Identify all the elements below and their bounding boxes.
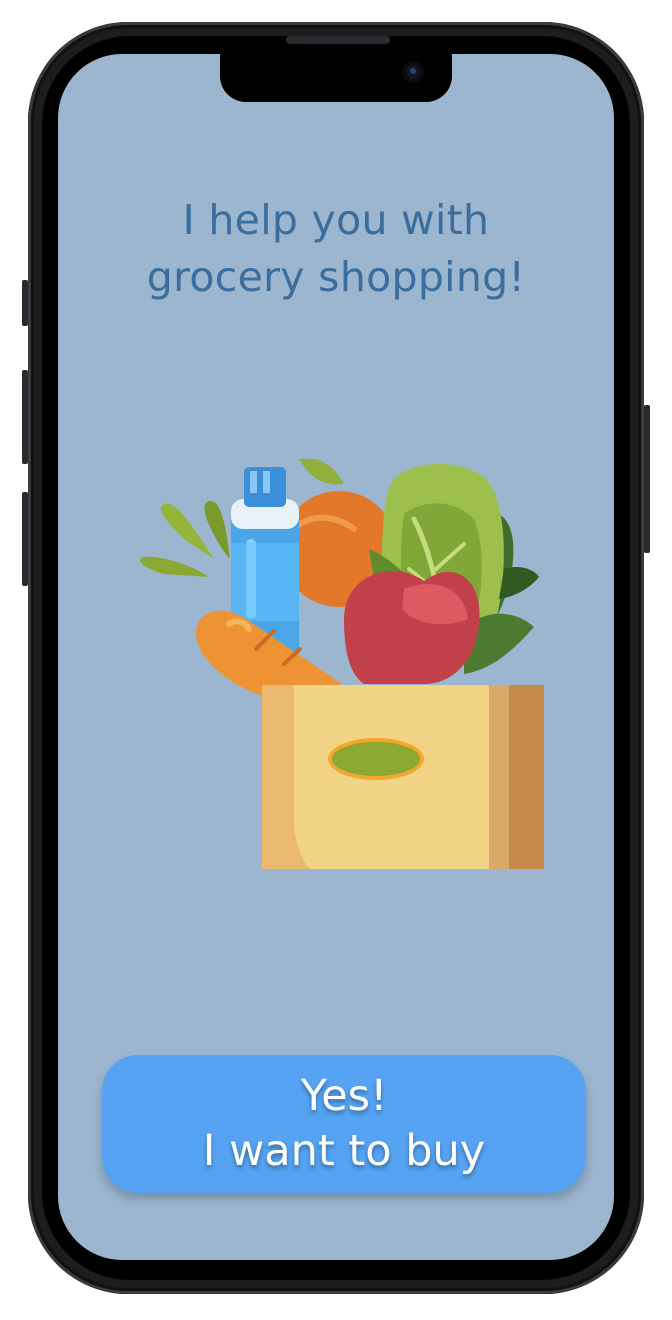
notch [220,54,452,102]
headline-line-1: I help you with [182,196,490,244]
leaf [499,566,539,599]
carrot-leaves [140,500,230,577]
paper-bag [262,685,544,869]
leaf [299,459,344,485]
app-screen: I help you with grocery shopping! Yes! I… [58,54,614,1260]
want-to-buy-button[interactable]: Yes! I want to buy [102,1055,586,1193]
cta-line-1: Yes! [300,1071,388,1121]
headline-line-2: grocery shopping! [146,253,526,301]
front-camera [402,61,424,83]
power-button [644,405,650,553]
grocery-bag-icon [140,459,544,869]
headline: I help you with grocery shopping! [88,192,584,306]
earpiece-speaker [286,36,390,44]
cta-line-2: I want to buy [202,1126,486,1176]
apple [344,570,480,684]
